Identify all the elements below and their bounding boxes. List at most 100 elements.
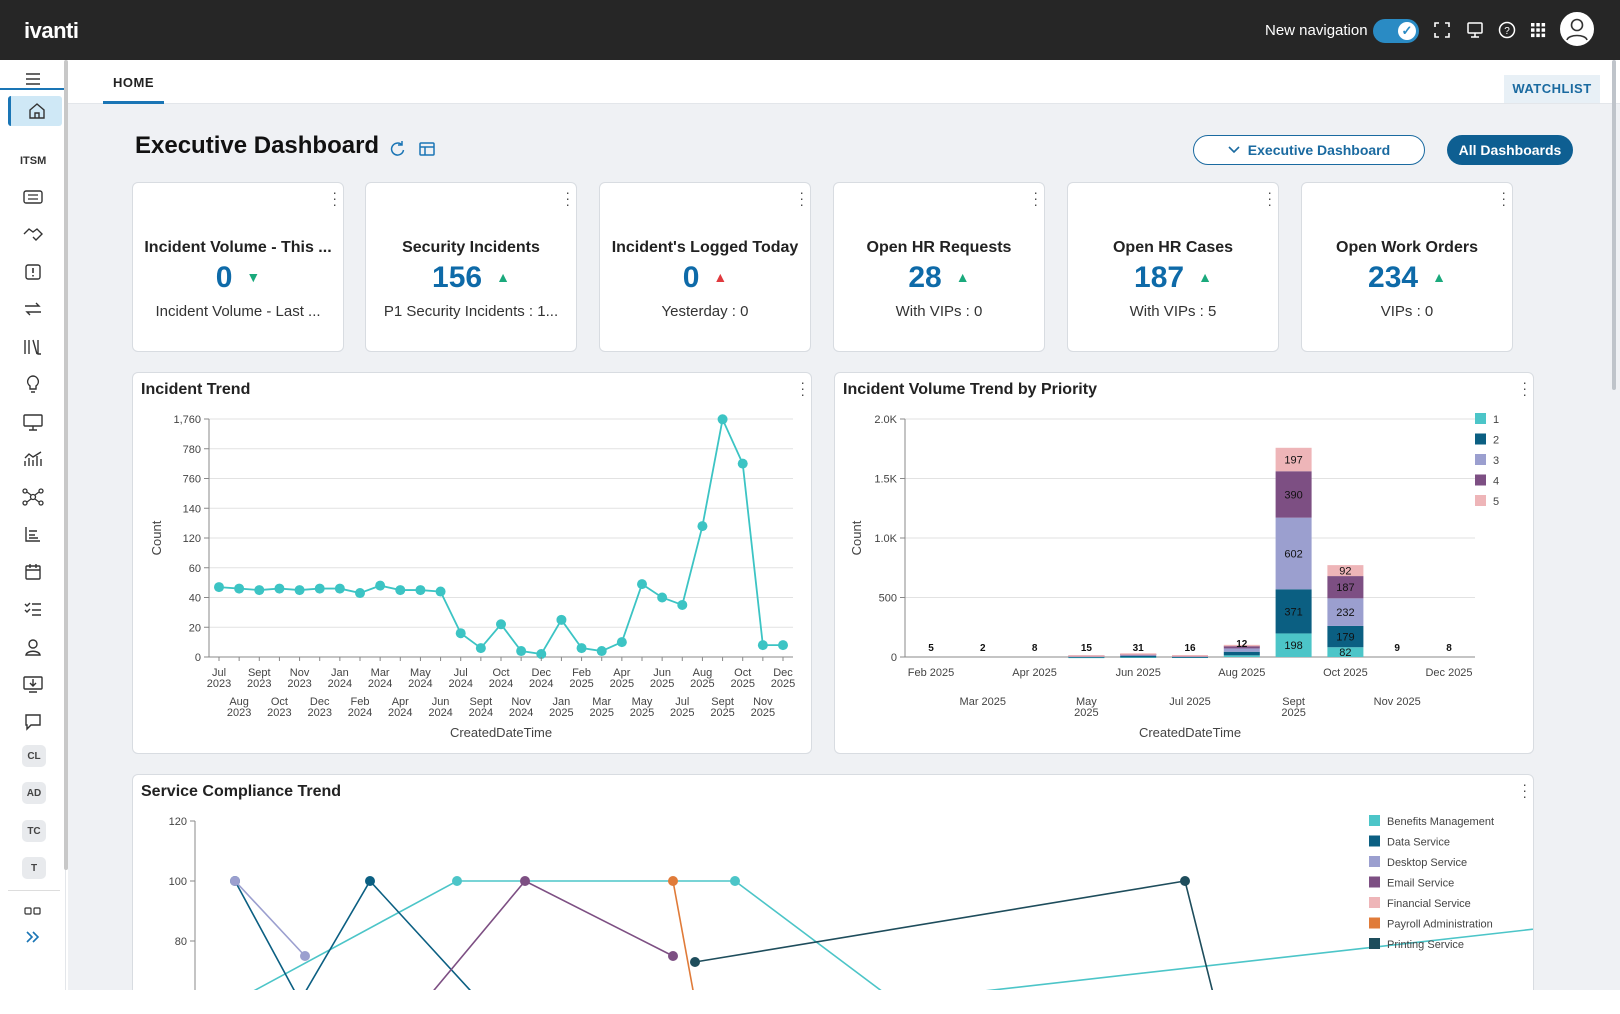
data-point (697, 521, 708, 532)
card-menu-icon[interactable]: · · · (1033, 185, 1038, 211)
x-tick-label: 2025 (1281, 707, 1305, 719)
fullscreen-icon[interactable] (1432, 20, 1452, 40)
x-tick-label: 2024 (529, 678, 553, 690)
app-grid-icon[interactable] (1528, 20, 1548, 40)
sidebar-badge-cl[interactable]: CL (22, 745, 46, 767)
user-icon (1566, 18, 1588, 41)
expand-sidebar-icon[interactable] (16, 924, 50, 950)
sidebar-item-chat[interactable] (16, 709, 50, 735)
card-menu-icon[interactable]: · · · (799, 185, 804, 211)
sidebar-badge-ad[interactable]: AD (22, 782, 46, 804)
kpi-value: 28 (908, 261, 942, 294)
page-scrollbar[interactable] (1612, 60, 1616, 390)
sidebar-item-relations[interactable] (16, 484, 50, 510)
tab-home[interactable]: HOME (103, 68, 164, 104)
ivanti-logo[interactable]: ivanti (24, 18, 79, 44)
x-tick-label: 2024 (408, 678, 432, 690)
x-tick-label: 2024 (388, 707, 412, 719)
legend-label: 3 (1493, 455, 1499, 467)
legend-label: 4 (1493, 476, 1499, 488)
x-tick-label: 2025 (1074, 707, 1098, 719)
card-menu-icon[interactable]: · · · (1267, 185, 1272, 211)
sidebar-item-downloads[interactable] (16, 671, 50, 697)
monitor-icon (23, 414, 43, 431)
help-icon[interactable]: ? (1497, 20, 1517, 40)
check-icon: ✓ (1398, 22, 1416, 40)
sidebar-badge-tc[interactable]: TC (22, 820, 46, 842)
sidebar-item-home[interactable] (8, 96, 62, 126)
all-dashboards-button[interactable]: All Dashboards (1447, 135, 1573, 165)
calendar-icon (25, 564, 41, 580)
data-point (294, 585, 305, 596)
bar-segment-label: 82 (1339, 647, 1351, 659)
legend-label: Payroll Administration (1387, 919, 1493, 931)
kpi-card[interactable]: · · · Security Incidents 156 ▲ P1 Security … (365, 182, 577, 352)
series-line (218, 416, 783, 656)
card-menu-icon[interactable]: · · · (332, 185, 337, 211)
bar-total-label: 2 (980, 643, 986, 654)
refresh-icon[interactable] (388, 140, 406, 158)
legend-swatch (1475, 413, 1486, 424)
watchlist-button[interactable]: WATCHLIST (1504, 75, 1600, 103)
sidebar-item-incidents[interactable] (16, 259, 50, 285)
sidebar-item-tickets[interactable] (16, 184, 50, 210)
kpi-subtitle: VIPs : 0 (1380, 303, 1434, 320)
data-point (415, 585, 426, 596)
x-tick-label: 2025 (690, 678, 714, 690)
sidebar-section-itsm: ITSM (20, 155, 47, 167)
x-tick-label: 2023 (247, 678, 271, 690)
y-tick-label: 60 (189, 563, 201, 575)
kpi-subtitle: With VIPs : 0 (895, 303, 983, 320)
layout-icon[interactable] (418, 140, 436, 158)
new-navigation-toggle[interactable]: ✓ (1373, 19, 1419, 43)
service-compliance-chart: 80 100 120 Benefits Management Data Service D… (169, 815, 1533, 991)
bar-segment-label: 602 (1284, 548, 1302, 560)
sidebar-item-calendar[interactable] (16, 559, 50, 585)
transfer-icon (25, 302, 41, 316)
sidebar-item-tasks[interactable] (16, 596, 50, 622)
main-content: HOME WATCHLIST Executive Dashboard Execu… (68, 60, 1620, 1004)
sidebar-item-reports[interactable] (16, 521, 50, 547)
incident-trend-chart: 0 20 40 60 120 140 760 780 1,760 Count CreatedDate… (149, 414, 795, 740)
sidebar-top-divider (0, 88, 66, 90)
legend-swatch (1475, 474, 1486, 486)
bar-segment-label: 371 (1284, 606, 1302, 618)
kpi-card[interactable]: · · · Incident Volume - This ... 0 ▼ Incide… (132, 182, 344, 352)
bar-segment (1120, 655, 1157, 658)
x-tick-label: 2025 (630, 707, 654, 719)
kpi-card[interactable]: · · · Open HR Cases 187 ▲ With VIPs : 5 (1067, 182, 1279, 352)
sidebar-item-people[interactable] (16, 634, 50, 660)
kpi-value: 187 (1134, 261, 1185, 294)
sidebar-item-analytics[interactable] (16, 446, 50, 472)
sidebar-item-changes[interactable] (16, 221, 50, 247)
y-tick-label: 1.0K (874, 533, 897, 545)
remote-support-icon[interactable] (1465, 20, 1485, 40)
chat-icon (25, 714, 41, 731)
sidebar-more-icon[interactable] (16, 898, 50, 924)
user-avatar[interactable] (1560, 12, 1594, 46)
sidebar-item-assets[interactable] (16, 409, 50, 435)
card-menu-icon[interactable]: · · · (1501, 185, 1506, 211)
dashboard-selector-dropdown[interactable]: Executive Dashboard (1193, 135, 1425, 165)
legend-swatch (1369, 876, 1380, 888)
sidebar-item-knowledge[interactable] (16, 334, 50, 360)
kpi-card[interactable]: · · · Open HR Requests 28 ▲ With VIPs : 0 (833, 182, 1045, 352)
legend-label: 2 (1493, 435, 1499, 447)
top-bar: ivanti New navigation ✓ ? (0, 0, 1620, 60)
kpi-card[interactable]: · · · Open Work Orders 234 ▲ VIPs : 0 (1301, 182, 1513, 352)
sidebar-badge-t[interactable]: T (22, 857, 46, 879)
sidebar-item-ideas[interactable] (16, 371, 50, 397)
sidebar: ITSM CL AD TC T (0, 60, 66, 990)
sidebar-item-requests[interactable] (16, 296, 50, 322)
bar-segment (1223, 655, 1260, 657)
x-tick-label: Feb 2025 (908, 667, 954, 679)
x-tick-label: Nov 2025 (1374, 696, 1421, 708)
data-point (668, 876, 678, 886)
x-tick-label: 2024 (448, 678, 472, 690)
kpi-card[interactable]: · · · Incident's Logged Today 0 ▲ Yesterday… (599, 182, 811, 352)
x-tick-label: 2024 (368, 678, 392, 690)
card-menu-icon[interactable]: · · · (565, 185, 570, 211)
series-line (234, 879, 472, 991)
data-point (778, 640, 788, 651)
y-tick-label: 2.0K (874, 414, 897, 426)
